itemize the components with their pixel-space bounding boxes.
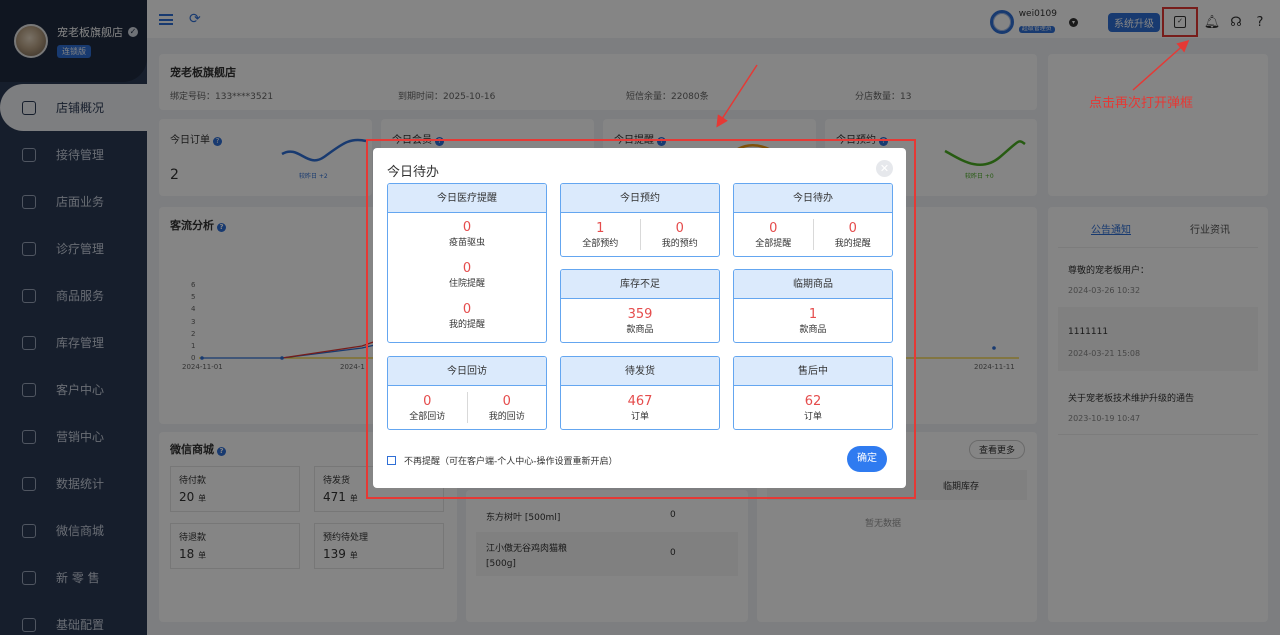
annotation-arrows	[716, 40, 1190, 128]
annotation-text: 点击再次打开弹框	[1089, 96, 1194, 111]
